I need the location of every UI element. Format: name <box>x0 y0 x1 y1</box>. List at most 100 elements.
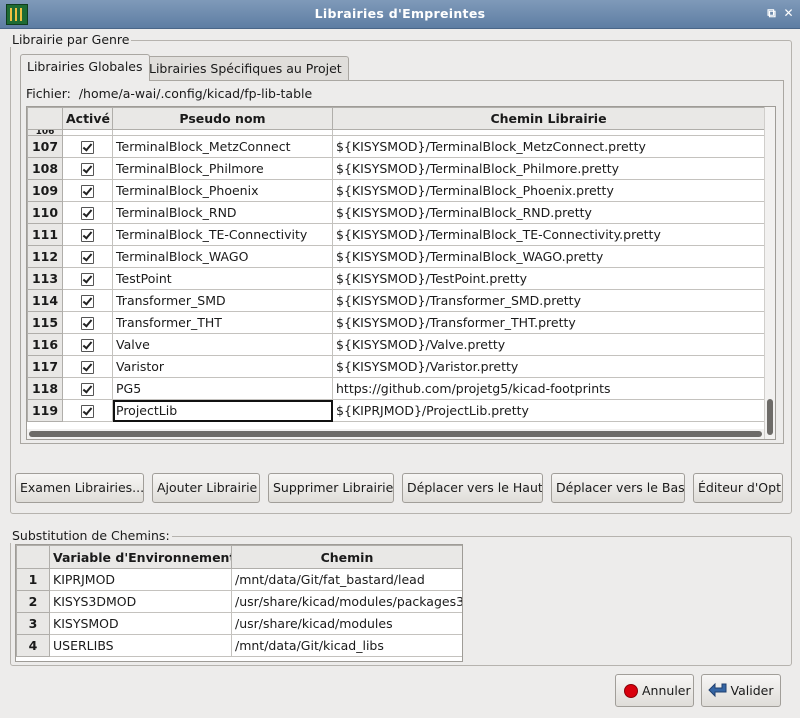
table-row[interactable]: 113 TestPoint ${KISYSMOD}/TestPoint.pretty <box>27 267 765 290</box>
table-row[interactable]: 109 TerminalBlock_Phoenix ${KISYSMOD}/Term… <box>27 179 765 202</box>
path-cell[interactable]: /mnt/data/Git/fat_bastard/lead <box>231 568 462 591</box>
nickname-cell[interactable]: TerminalBlock_WAGO <box>112 245 333 268</box>
table-row[interactable]: 119 ProjectLib ${KIPRJMOD}/ProjectLib.pret… <box>27 399 765 422</box>
path-cell[interactable]: ${KISYSMOD}/TestPoint.pretty <box>332 267 765 290</box>
enabled-cell[interactable] <box>62 157 113 180</box>
nickname-cell[interactable]: Valve <box>112 333 333 356</box>
enabled-checkbox[interactable] <box>81 361 94 374</box>
enabled-cell[interactable] <box>62 355 113 378</box>
enabled-cell[interactable] <box>62 377 113 400</box>
nickname-cell[interactable]: Transformer_THT <box>112 311 333 334</box>
row-number[interactable]: 115 <box>27 311 63 334</box>
column-header-nickname[interactable]: Pseudo nom <box>112 107 333 130</box>
enabled-checkbox[interactable] <box>81 405 94 418</box>
close-icon[interactable]: ✕ <box>782 7 795 20</box>
horizontal-scrollbar-thumb[interactable] <box>29 431 762 437</box>
row-number[interactable]: 2 <box>16 590 50 613</box>
enabled-checkbox[interactable] <box>81 295 94 308</box>
row-number[interactable]: 117 <box>27 355 63 378</box>
nickname-cell[interactable]: TestPoint <box>112 267 333 290</box>
nickname-cell[interactable]: Varistor <box>112 355 333 378</box>
table-row[interactable]: 1 KIPRJMOD/mnt/data/Git/fat_bastard/lead <box>16 568 462 591</box>
enabled-cell[interactable] <box>62 245 113 268</box>
enabled-checkbox[interactable] <box>81 383 94 396</box>
table-row[interactable]: 112 TerminalBlock_WAGO ${KISYSMOD}/Termina… <box>27 245 765 268</box>
enabled-checkbox[interactable] <box>81 317 94 330</box>
row-number[interactable]: 112 <box>27 245 63 268</box>
table-row[interactable]: 2 KISYS3DMOD/usr/share/kicad/modules/pack… <box>16 590 462 613</box>
row-number[interactable]: 110 <box>27 201 63 224</box>
table-row[interactable]: 110 TerminalBlock_RND ${KISYSMOD}/Terminal… <box>27 201 765 224</box>
column-header-path[interactable]: Chemin Librairie <box>332 107 765 130</box>
row-number[interactable]: 107 <box>27 135 63 158</box>
enabled-cell[interactable] <box>62 289 113 312</box>
nickname-cell[interactable]: TerminalBlock_RND <box>112 201 333 224</box>
path-cell[interactable]: ${KIPRJMOD}/ProjectLib.pretty <box>332 399 765 422</box>
nickname-cell[interactable]: TerminalBlock_Phoenix <box>112 179 333 202</box>
remove-library-button[interactable]: Supprimer Librairie <box>268 473 394 503</box>
path-cell[interactable]: /usr/share/kicad/modules/packages3d <box>231 590 462 613</box>
column-header-variable[interactable]: Variable d'Environnement <box>49 545 232 569</box>
options-editor-button[interactable]: Éditeur d'Opti <box>693 473 783 503</box>
enabled-cell[interactable] <box>62 179 113 202</box>
row-number[interactable]: 3 <box>16 612 50 635</box>
ok-button[interactable]: Valider <box>701 674 781 707</box>
variable-cell[interactable]: KISYS3DMOD <box>49 590 232 613</box>
table-row[interactable]: 118 PG5 https://github.com/projetg5/kicad-… <box>27 377 765 400</box>
table-row[interactable]: 114 Transformer_SMD ${KISYSMOD}/Transforme… <box>27 289 765 312</box>
row-number[interactable]: 4 <box>16 634 50 657</box>
path-cell[interactable]: ${KISYSMOD}/TerminalBlock_MetzConnect.pr… <box>332 135 765 158</box>
enabled-cell[interactable] <box>62 223 113 246</box>
move-up-button[interactable]: Déplacer vers le Haut <box>402 473 543 503</box>
nickname-cell[interactable]: PG5 <box>112 377 333 400</box>
vertical-scrollbar-thumb[interactable] <box>767 399 773 435</box>
table-row[interactable]: 107 TerminalBlock_MetzConnect ${KISYSMOD}/… <box>27 135 765 158</box>
enabled-cell[interactable] <box>62 201 113 224</box>
enabled-checkbox[interactable] <box>81 229 94 242</box>
table-row[interactable]: 115 Transformer_THT ${KISYSMOD}/Transforme… <box>27 311 765 334</box>
path-cell[interactable]: https://github.com/projetg5/kicad-footpr… <box>332 377 765 400</box>
restore-icon[interactable]: ⧉ <box>765 7 778 20</box>
tab-project-libraries[interactable]: Librairies Spécifiques au Projet <box>142 56 349 81</box>
row-number[interactable]: 118 <box>27 377 63 400</box>
enabled-checkbox[interactable] <box>81 163 94 176</box>
variable-cell[interactable]: KIPRJMOD <box>49 568 232 591</box>
column-header-enabled[interactable]: Activé <box>62 107 113 130</box>
variable-cell[interactable]: KISYSMOD <box>49 612 232 635</box>
enabled-checkbox[interactable] <box>81 207 94 220</box>
path-cell[interactable]: ${KISYSMOD}/TerminalBlock_TE-Connectivit… <box>332 223 765 246</box>
path-cell[interactable]: ${KISYSMOD}/Transformer_THT.pretty <box>332 311 765 334</box>
enabled-cell[interactable] <box>62 135 113 158</box>
nickname-cell[interactable]: TerminalBlock_Philmore <box>112 157 333 180</box>
nickname-cell[interactable]: ProjectLib <box>112 399 333 422</box>
enabled-cell[interactable] <box>62 399 113 422</box>
row-number[interactable]: 1 <box>16 568 50 591</box>
enabled-cell[interactable] <box>62 333 113 356</box>
path-cell[interactable]: ${KISYSMOD}/TerminalBlock_Philmore.prett… <box>332 157 765 180</box>
nickname-cell[interactable]: TerminalBlock_TE-Connectivity <box>112 223 333 246</box>
enabled-checkbox[interactable] <box>81 185 94 198</box>
variable-cell[interactable]: USERLIBS <box>49 634 232 657</box>
table-row[interactable]: 4 USERLIBS/mnt/data/Git/kicad_libs <box>16 634 462 657</box>
nickname-cell[interactable]: TerminalBlock_MetzConnect <box>112 135 333 158</box>
row-number[interactable]: 114 <box>27 289 63 312</box>
path-cell[interactable]: /usr/share/kicad/modules <box>231 612 462 635</box>
enabled-checkbox[interactable] <box>81 273 94 286</box>
row-number[interactable]: 111 <box>27 223 63 246</box>
enabled-checkbox[interactable] <box>81 251 94 264</box>
path-cell[interactable]: ${KISYSMOD}/TerminalBlock_WAGO.pretty <box>332 245 765 268</box>
column-header-path[interactable]: Chemin <box>231 545 462 569</box>
table-row[interactable]: 111 TerminalBlock_TE-Connectivity ${KISYSM… <box>27 223 765 246</box>
table-row[interactable]: 116 Valve ${KISYSMOD}/Valve.pretty <box>27 333 765 356</box>
table-row[interactable]: 3 KISYSMOD/usr/share/kicad/modules <box>16 612 462 635</box>
nickname-cell[interactable]: Transformer_SMD <box>112 289 333 312</box>
row-number[interactable]: 109 <box>27 179 63 202</box>
path-cell[interactable]: ${KISYSMOD}/TerminalBlock_RND.pretty <box>332 201 765 224</box>
enabled-checkbox[interactable] <box>81 339 94 352</box>
table-row[interactable]: 117 Varistor ${KISYSMOD}/Varistor.pretty <box>27 355 765 378</box>
enabled-cell[interactable] <box>62 267 113 290</box>
row-number[interactable]: 119 <box>27 399 63 422</box>
row-number[interactable]: 116 <box>27 333 63 356</box>
row-number[interactable]: 108 <box>27 157 63 180</box>
vertical-scrollbar[interactable] <box>764 107 775 439</box>
